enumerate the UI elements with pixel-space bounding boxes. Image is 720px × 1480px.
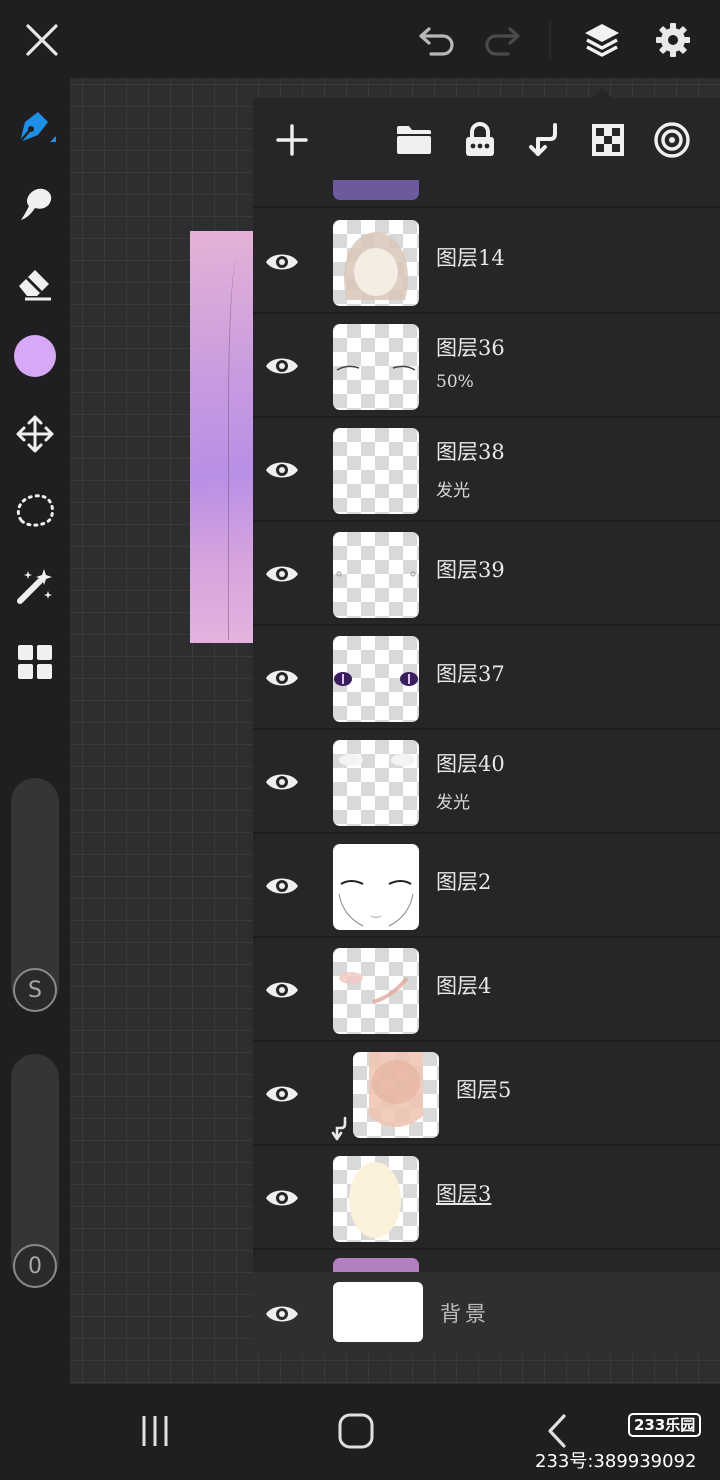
layers-icon[interactable] [576, 14, 628, 66]
layer-thumbnail [333, 740, 419, 826]
layer-thumbnail [333, 220, 419, 306]
eye-icon[interactable] [265, 1298, 299, 1330]
layer-name: 图层40 [436, 752, 505, 776]
eraser-icon[interactable] [9, 256, 61, 308]
transform-icon[interactable] [9, 408, 61, 460]
eye-icon[interactable] [265, 870, 299, 902]
eye-icon[interactable] [265, 246, 299, 278]
layer-thumbnail [333, 1156, 419, 1242]
background-layer-row[interactable]: 背景 [253, 1272, 720, 1354]
layer-name: 图层38 [436, 440, 505, 464]
recent-apps-icon[interactable] [130, 1406, 180, 1456]
layer-thumbnail [333, 532, 419, 618]
layer-thumbnail [333, 1282, 423, 1342]
undo-icon[interactable] [411, 14, 463, 66]
lasso-icon[interactable] [9, 484, 61, 536]
layer-row-partial[interactable] [253, 156, 720, 208]
layer-row[interactable]: 图层36 50% [253, 314, 720, 418]
color-swatch[interactable] [9, 330, 61, 382]
eye-icon[interactable] [265, 454, 299, 486]
layer-name: 图层37 [436, 662, 505, 686]
layer-name: 图层3 [436, 1182, 492, 1206]
layer-row[interactable]: 图层4 [253, 938, 720, 1042]
layer-blend-mode: 发光 [436, 793, 470, 813]
layer-row[interactable]: 图层38 发光 [253, 418, 720, 522]
top-bar [0, 0, 720, 78]
close-icon[interactable] [16, 14, 68, 66]
eye-icon[interactable] [265, 558, 299, 590]
pen-icon[interactable] [9, 103, 61, 155]
gear-icon[interactable] [647, 14, 699, 66]
grid-icon[interactable] [9, 636, 61, 688]
layer-row[interactable]: 图层14 [253, 210, 720, 314]
layer-thumbnail [353, 1052, 439, 1138]
layer-name: 图层2 [436, 870, 492, 894]
layer-thumbnail [333, 324, 419, 410]
eye-icon[interactable] [265, 1078, 299, 1110]
home-icon[interactable] [331, 1406, 381, 1456]
layer-opacity: 50% [436, 372, 474, 392]
layers-panel: 图层14 图层36 50% 图层38 发光 图层39 图层37 图层40 发光 … [253, 98, 720, 1354]
layer-row[interactable]: 图层40 发光 [253, 730, 720, 834]
layer-thumbnail [333, 948, 419, 1034]
layer-name: 背景 [440, 1302, 490, 1326]
layer-name: 图层36 [436, 336, 505, 360]
toolbar-divider [549, 22, 551, 58]
eye-icon[interactable] [265, 1182, 299, 1214]
layer-row[interactable]: 图层5 [253, 1042, 720, 1146]
layer-thumbnail [333, 180, 419, 200]
watermark-logo: 233乐园 [628, 1413, 702, 1437]
clipping-mask-icon [331, 1116, 347, 1141]
tool-sidebar: S 0 [0, 78, 70, 1384]
smudge-icon[interactable] [9, 178, 61, 230]
layer-thumbnail [333, 636, 419, 722]
layer-row[interactable]: 图层37 [253, 626, 720, 730]
layer-row[interactable]: 图层39 [253, 522, 720, 626]
layer-row[interactable]: 图层3 [253, 1146, 720, 1250]
layer-name: 图层14 [436, 246, 505, 270]
size-badge: S [13, 968, 57, 1012]
redo-icon[interactable] [476, 14, 528, 66]
artwork-line [228, 260, 250, 640]
layer-name: 图层4 [436, 974, 492, 998]
eye-icon[interactable] [265, 974, 299, 1006]
layer-row[interactable]: 图层2 [253, 834, 720, 938]
layer-thumbnail [333, 844, 419, 930]
layer-blend-mode: 发光 [436, 481, 470, 501]
layer-name: 图层39 [436, 558, 505, 582]
eye-icon[interactable] [265, 350, 299, 382]
watermark-text: 233号:389939092 [535, 1451, 697, 1472]
eye-icon[interactable] [265, 766, 299, 798]
layer-name: 图层5 [456, 1078, 512, 1102]
magic-wand-icon[interactable] [9, 560, 61, 612]
eye-icon[interactable] [265, 662, 299, 694]
opacity-badge: 0 [13, 1244, 57, 1288]
layer-thumbnail [333, 428, 419, 514]
